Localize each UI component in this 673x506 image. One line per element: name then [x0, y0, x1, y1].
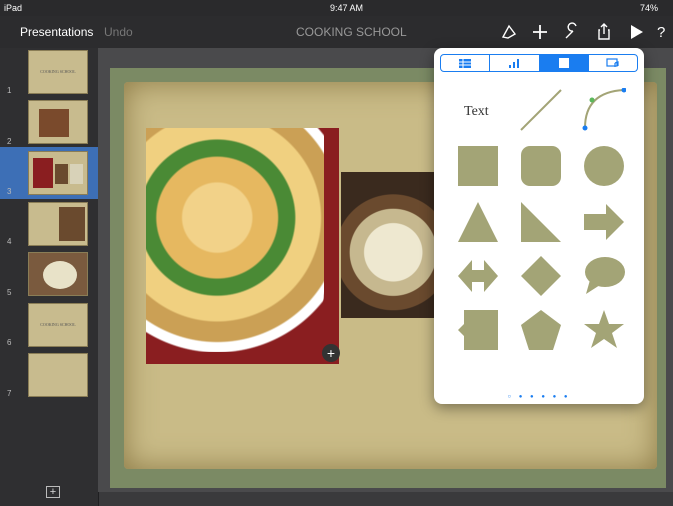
circle-shape[interactable]: [582, 144, 626, 188]
slide-navigator: 1 COOKING SCHOOL 2 3 4 5 6 COOKING SCHOO…: [0, 48, 99, 506]
pasta-image: [146, 128, 324, 352]
slide-number: 4: [7, 237, 12, 246]
arrow-shape[interactable]: [582, 200, 626, 244]
plus-box-icon: +: [49, 486, 57, 498]
add-slide-button[interactable]: +: [46, 486, 60, 498]
triangle-shape[interactable]: [456, 200, 500, 244]
star-shape[interactable]: [582, 308, 626, 352]
device-label: iPad: [4, 3, 23, 13]
media-icon: [606, 58, 619, 67]
insert-popover: Text ○ ● ● ● ● ●: [434, 48, 644, 404]
slide-number: 1: [7, 86, 12, 95]
wrench-icon[interactable]: [562, 22, 582, 42]
clock: 9:47 AM: [330, 3, 364, 13]
slide-number: 3: [7, 187, 12, 196]
thumbnail-image: [70, 164, 83, 184]
undo-button[interactable]: Undo: [104, 25, 133, 39]
slide-thumbnail[interactable]: [28, 151, 88, 195]
slide-thumbnail[interactable]: [28, 252, 88, 296]
callout-square-shape[interactable]: [456, 308, 500, 352]
thumbnail-image: [59, 207, 85, 241]
slide-thumbnail-title: COOKING SCHOOL: [40, 69, 76, 74]
tab-table[interactable]: [441, 55, 491, 71]
thumbnail-image: [33, 158, 53, 188]
play-icon[interactable]: [626, 22, 646, 42]
rounded-square-shape[interactable]: [519, 144, 563, 188]
line-shape[interactable]: [519, 88, 563, 132]
slide-thumbnail[interactable]: [28, 100, 88, 144]
text-shape[interactable]: Text: [464, 104, 489, 120]
speech-bubble-shape[interactable]: [582, 254, 626, 298]
slide-thumbnail[interactable]: [28, 353, 88, 397]
curve-shape[interactable]: [582, 87, 627, 132]
slide-thumbnail[interactable]: COOKING SCHOOL: [28, 50, 88, 94]
slide-number: 6: [7, 338, 12, 347]
battery-level: 74%: [640, 3, 659, 13]
share-icon[interactable]: [594, 22, 614, 42]
plus-circle-icon: +: [326, 345, 336, 361]
svg-text:?: ?: [657, 24, 665, 41]
pasta-photo[interactable]: [146, 128, 339, 364]
thumbnail-image: [55, 164, 68, 184]
shape-icon: [558, 58, 569, 68]
diamond-shape[interactable]: [519, 254, 563, 298]
tab-media[interactable]: [589, 55, 637, 71]
double-arrow-shape[interactable]: [456, 254, 500, 298]
thumbnail-image: [43, 261, 77, 289]
thumbnail-image: [39, 109, 69, 137]
slide-thumbnail[interactable]: COOKING SCHOOL: [28, 303, 88, 347]
chart-icon: [509, 58, 520, 68]
square-shape[interactable]: [456, 144, 500, 188]
document-title: COOKING SCHOOL: [296, 25, 407, 39]
insert-category-tabs: [440, 54, 638, 72]
tab-chart[interactable]: [490, 55, 540, 71]
format-brush-icon[interactable]: [499, 22, 519, 42]
slide-thumbnail-title: COOKING SCHOOL: [40, 322, 76, 327]
insert-plus-icon[interactable]: [530, 22, 550, 42]
page-indicator[interactable]: ○ ● ● ● ● ●: [434, 394, 644, 400]
slide-number: 5: [7, 288, 12, 297]
presentations-button[interactable]: Presentations: [20, 25, 93, 39]
table-icon: [459, 58, 472, 68]
pentagon-shape[interactable]: [519, 308, 563, 352]
help-icon[interactable]: ?: [654, 22, 673, 42]
risotto-photo[interactable]: [341, 172, 436, 318]
slide-thumbnail[interactable]: [28, 202, 88, 246]
toolbar: Presentations Undo COOKING SCHOOL ?: [0, 16, 673, 48]
tab-shape[interactable]: [539, 55, 589, 71]
add-media-button[interactable]: +: [322, 344, 340, 362]
status-bar: iPad 9:47 AM 74%: [0, 0, 673, 16]
slide-number: 7: [7, 389, 12, 398]
right-triangle-shape[interactable]: [519, 200, 563, 244]
slide-number: 2: [7, 137, 12, 146]
